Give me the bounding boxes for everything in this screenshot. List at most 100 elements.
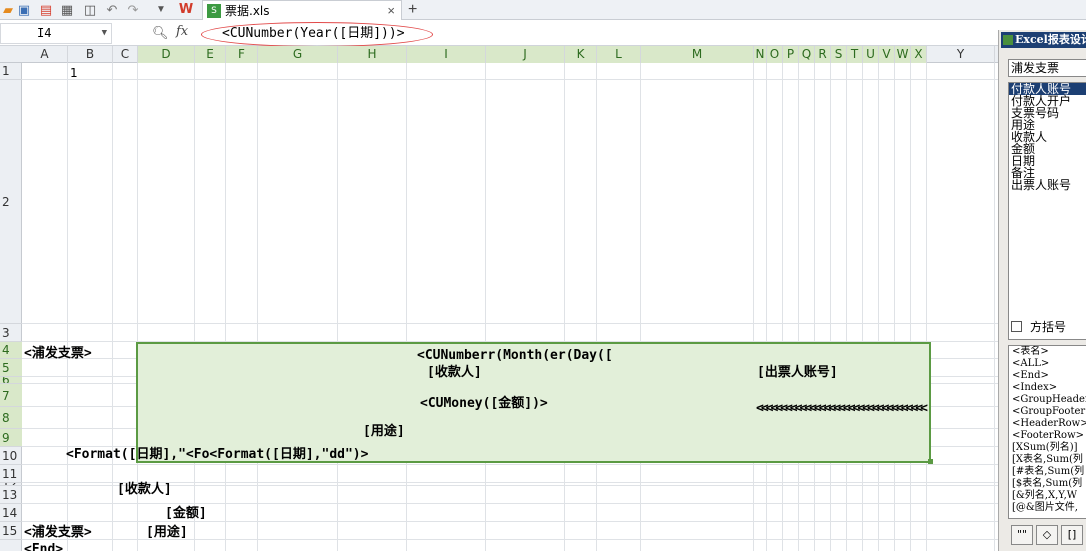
column-header-f[interactable]: F (226, 46, 258, 63)
column-header-c[interactable]: C (113, 46, 138, 63)
name-box[interactable]: I4 ▼ (0, 23, 112, 44)
column-header-a[interactable]: A (22, 46, 68, 63)
chevron-down-icon[interactable]: ▼ (102, 24, 107, 43)
column-header-y[interactable]: Y (927, 46, 995, 63)
tag-list-item[interactable]: [&列名,X,Y,W (1009, 490, 1086, 502)
row-header-11[interactable]: 11 (0, 465, 22, 483)
column-header-q[interactable]: Q (799, 46, 815, 63)
export-pdf-icon[interactable]: ▤ (38, 2, 54, 18)
column-header-i[interactable]: I (407, 46, 486, 63)
bracket-checkbox[interactable] (1011, 320, 1022, 332)
tag-list-item[interactable]: <HeaderRow> (1009, 418, 1086, 430)
tag-list-item[interactable]: <GroupHeader (1009, 394, 1086, 406)
row-header-15[interactable]: 15 (0, 522, 22, 540)
sheet-select[interactable]: 浦发支票 (1008, 59, 1086, 77)
folder-open-icon[interactable]: ▰ (0, 2, 16, 18)
cell-i7[interactable]: <CUMoney([金额])> (420, 396, 548, 412)
row-header-6[interactable]: 6 (0, 377, 22, 384)
cell-n7[interactable]: <<<<<<<<<<<<<<<<<<<<<<<<<<<<<<<<<<< (756, 401, 928, 417)
column-header-l[interactable]: L (597, 46, 641, 63)
grid-line (564, 63, 565, 551)
formula-input[interactable]: <CUNumber(Year([日期]))> (204, 23, 998, 44)
cell-h8[interactable]: [用途] (363, 424, 405, 440)
column-header-k[interactable]: K (565, 46, 597, 63)
column-header-w[interactable]: W (895, 46, 911, 63)
row-header-8[interactable]: 8 (0, 407, 22, 429)
redo-icon[interactable]: ↷ (125, 2, 141, 18)
column-header-x[interactable]: X (911, 46, 927, 63)
cell-i5[interactable]: [收款人] (427, 365, 482, 381)
fx-button[interactable]: fx (176, 24, 188, 39)
cell-d14[interactable]: [用途] (146, 525, 188, 541)
tag-list-item[interactable]: <FooterRow> (1009, 430, 1086, 442)
tag-list-item[interactable]: <表名> (1009, 346, 1086, 358)
column-header-e[interactable]: E (195, 46, 226, 63)
tag-list-item[interactable]: <ALL> (1009, 358, 1086, 370)
tag-list-item[interactable]: <End> (1009, 370, 1086, 382)
cell-a15[interactable]: <End> (24, 542, 63, 551)
field-list[interactable]: 付款人账号 付款人开户 支票号码 用途 收款人 金额 日期 备注 出票人账号 (1008, 82, 1086, 340)
save-icon[interactable]: ▣ (16, 2, 32, 18)
file-tab[interactable]: S 票据.xls × (202, 0, 402, 20)
bracket-checkbox-row[interactable]: 方括号 (1011, 318, 1066, 334)
close-tab-icon[interactable]: × (387, 3, 395, 18)
grid-line (485, 63, 486, 551)
column-header-s[interactable]: S (831, 46, 847, 63)
column-header-v[interactable]: V (879, 46, 895, 63)
tag-list[interactable]: <表名> <ALL> <End> <Index> <GroupHeader <GroupF… (1008, 345, 1086, 519)
tag-list-item[interactable]: [@&图片文件, (1009, 502, 1086, 514)
column-header-g[interactable]: G (258, 46, 338, 63)
column-header-t[interactable]: T (847, 46, 863, 63)
column-header-r[interactable]: R (815, 46, 831, 63)
tag-list-item[interactable]: <GroupFooter (1009, 406, 1086, 418)
dropdown-icon[interactable]: ▼ (153, 2, 169, 18)
column-header-o[interactable]: O (767, 46, 783, 63)
column-header-b[interactable]: B (68, 46, 113, 63)
file-tab-title: 票据.xls (225, 4, 270, 18)
column-header-m[interactable]: M (641, 46, 754, 63)
insert-button-2[interactable]: ◇ (1036, 525, 1058, 545)
column-header-d[interactable]: D (138, 46, 195, 63)
tag-list-item[interactable]: [#表名,Sum(列 (1009, 466, 1086, 478)
cell-b9[interactable]: <Format([日期],"<Fo<Format([日期],"dd")> (66, 447, 368, 463)
column-header-p[interactable]: P (783, 46, 799, 63)
row-header-4[interactable]: 4 (0, 342, 22, 359)
zoom-icon[interactable]: 🔍︎ (152, 25, 169, 41)
column-header-n[interactable]: N (754, 46, 767, 63)
cell-c11[interactable]: [收款人] (117, 482, 172, 498)
cell-a4[interactable]: <浦发支票> (24, 346, 92, 362)
row-header-10[interactable]: 10 (0, 447, 22, 465)
new-tab-button[interactable]: + (408, 1, 417, 19)
wps-logo-icon[interactable]: W (178, 2, 194, 18)
row-header-14[interactable]: 14 (0, 504, 22, 522)
grid-line (137, 63, 138, 551)
tag-list-item[interactable]: [XSum(列名)] (1009, 442, 1086, 454)
tag-list-item[interactable]: [X表名,Sum(列 (1009, 454, 1086, 466)
row-header-3[interactable]: 3 (0, 324, 22, 342)
row-header-9[interactable]: 9 (0, 429, 22, 447)
row-header-1[interactable]: 1 (0, 63, 22, 80)
insert-button-1[interactable]: "" (1011, 525, 1033, 545)
cell-n5[interactable]: [出票人账号] (757, 365, 838, 381)
cell-d13[interactable]: [金额] (165, 506, 207, 522)
tag-list-item[interactable]: <Index> (1009, 382, 1086, 394)
column-header-j[interactable]: J (486, 46, 565, 63)
tag-list-item[interactable]: [$表名,Sum(列 (1009, 478, 1086, 490)
row-header-7[interactable]: 7 (0, 384, 22, 407)
cell-b1[interactable]: 1 (70, 66, 78, 80)
row-header-2[interactable]: 2 (0, 80, 22, 324)
spreadsheet-grid[interactable]: 1 <浦发支票> <CUNumberr(Month(er(Day([ [收款人]… (22, 63, 998, 551)
grid-line (814, 63, 815, 551)
insert-button-3[interactable]: [] (1061, 525, 1083, 545)
fill-handle[interactable] (928, 459, 933, 464)
field-list-item[interactable]: 出票人账号 (1009, 179, 1086, 191)
print-icon[interactable]: ▦ (59, 2, 75, 18)
cell-a14[interactable]: <浦发支票> (24, 525, 92, 541)
cell-i4[interactable]: <CUNumberr(Month(er(Day([ (417, 348, 613, 364)
row-header-5[interactable]: 5 (0, 359, 22, 377)
print-preview-icon[interactable]: ◫ (82, 2, 98, 18)
row-header-13[interactable]: 13 (0, 486, 22, 504)
column-header-u[interactable]: U (863, 46, 879, 63)
column-header-h[interactable]: H (338, 46, 407, 63)
undo-icon[interactable]: ↶ (104, 2, 120, 18)
